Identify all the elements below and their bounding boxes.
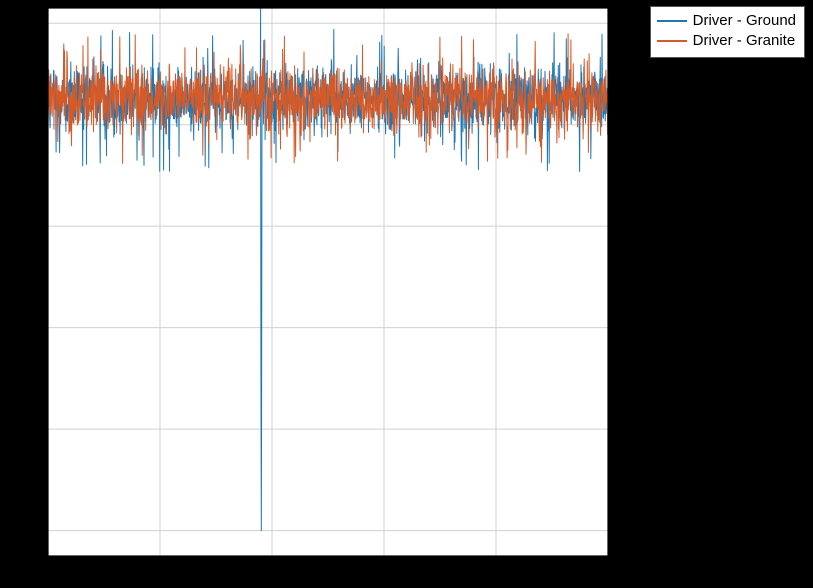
svg-text:-0.8: -0.8 <box>18 523 40 538</box>
legend-swatch-icon <box>657 20 687 22</box>
legend-label: Driver - Ground <box>693 11 796 31</box>
svg-text:4000: 4000 <box>258 564 287 579</box>
svg-text:-0.4: -0.4 <box>18 320 40 335</box>
svg-text:0.0: 0.0 <box>22 117 40 132</box>
legend: Driver - Ground Driver - Granite <box>650 6 805 58</box>
svg-text:0.2: 0.2 <box>22 15 40 30</box>
svg-text:2000: 2000 <box>146 564 175 579</box>
svg-text:0: 0 <box>44 564 51 579</box>
legend-item: Driver - Granite <box>657 31 796 51</box>
legend-item: Driver - Ground <box>657 11 796 31</box>
legend-label: Driver - Granite <box>693 31 796 51</box>
chart-svg: 0 2000 4000 6000 8000 10000 -0.8 -0.6 -0.4 -0.2 0.… <box>0 0 813 588</box>
svg-text:8000: 8000 <box>482 564 511 579</box>
legend-swatch-icon <box>657 40 687 42</box>
chart-container: 0 2000 4000 6000 8000 10000 -0.8 -0.6 -0.4 -0.2 0.… <box>0 0 813 588</box>
svg-text:-0.2: -0.2 <box>18 218 40 233</box>
svg-text:-0.6: -0.6 <box>18 421 40 436</box>
svg-text:6000: 6000 <box>370 564 399 579</box>
svg-text:10000: 10000 <box>590 564 626 579</box>
